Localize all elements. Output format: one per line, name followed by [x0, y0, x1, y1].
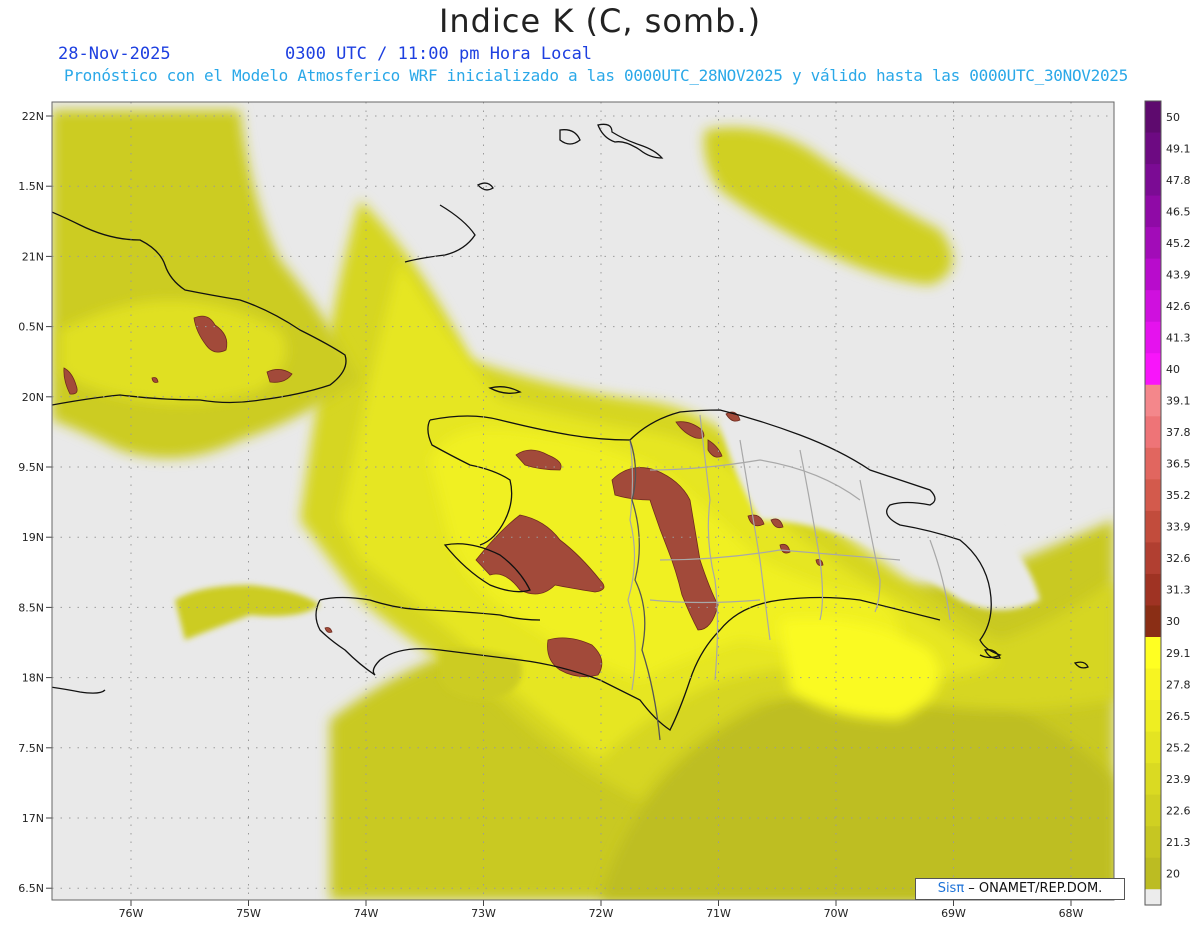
- legend-label: 42.6: [1166, 300, 1191, 313]
- legend-label: 23.9: [1166, 773, 1191, 786]
- k-index-map: 22N 1.5N 21N 0.5N 20N 9.5N 19N 8.5N 18N 7.5N 17N 6.…: [18, 100, 1191, 920]
- credit-logo: Sisπ: [937, 881, 965, 896]
- lat-label: 17N: [22, 812, 44, 825]
- legend-swatch: [1145, 195, 1161, 228]
- lon-label: 73W: [471, 907, 496, 920]
- legend-label: 46.5: [1166, 205, 1191, 218]
- legend-label: 33.9: [1166, 521, 1191, 534]
- legend-swatch: [1145, 164, 1161, 197]
- lon-label: 75W: [236, 907, 261, 920]
- legend-swatch: [1145, 258, 1161, 291]
- legend-swatch: [1145, 731, 1161, 764]
- legend-label: 49.1: [1166, 142, 1191, 155]
- legend-label: 21.3: [1166, 836, 1191, 849]
- legend-label: 45.2: [1166, 237, 1191, 250]
- legend-swatch: [1145, 447, 1161, 480]
- legend-swatch: [1145, 290, 1161, 323]
- lat-label: 19N: [22, 531, 44, 544]
- legend-label: 39.1: [1166, 395, 1191, 408]
- lat-label: 20N: [22, 391, 44, 404]
- legend-label: 31.3: [1166, 584, 1191, 597]
- legend-swatch: [1145, 101, 1161, 134]
- legend-swatch: [1145, 763, 1161, 796]
- lat-label: 9.5N: [18, 461, 44, 474]
- credit-box: Sisπ – ONAMET/REP.DOM.: [915, 878, 1125, 900]
- lat-label: 8.5N: [18, 601, 44, 614]
- color-legend: 50 49.1 47.8 46.5 45.2 43.9 42.6 41.3 40 39.1 37.8…: [1144, 100, 1191, 906]
- legend-swatch: [1145, 384, 1161, 417]
- legend-label: 22.6: [1166, 804, 1191, 817]
- legend-label: 20: [1166, 867, 1180, 880]
- legend-swatch: [1145, 416, 1161, 449]
- legend-swatch: [1145, 605, 1161, 638]
- legend-label: 47.8: [1166, 174, 1191, 187]
- legend-label: 30: [1166, 615, 1180, 628]
- legend-swatch: [1145, 794, 1161, 827]
- lat-label: 18N: [22, 672, 44, 685]
- lat-label: 1.5N: [18, 180, 44, 193]
- legend-label: 43.9: [1166, 268, 1191, 281]
- legend-swatch: [1145, 826, 1161, 859]
- lon-label: 70W: [824, 907, 849, 920]
- lon-label: 71W: [706, 907, 731, 920]
- legend-label: 27.8: [1166, 678, 1191, 691]
- lon-label: 72W: [589, 907, 614, 920]
- legend-swatch: [1145, 700, 1161, 733]
- legend-label: 32.6: [1166, 552, 1191, 565]
- legend-label: 50: [1166, 111, 1180, 124]
- legend-swatch: [1145, 857, 1161, 890]
- legend-label: 26.5: [1166, 710, 1191, 723]
- lon-label: 69W: [941, 907, 966, 920]
- legend-swatch: [1145, 321, 1161, 354]
- lon-label: 68W: [1059, 907, 1084, 920]
- legend-label: 41.3: [1166, 331, 1191, 344]
- legend-swatch-below: [1145, 889, 1161, 905]
- legend-swatch: [1145, 227, 1161, 260]
- lon-label: 74W: [354, 907, 379, 920]
- legend-label: 36.5: [1166, 458, 1191, 471]
- legend-label: 37.8: [1166, 426, 1191, 439]
- legend-label: 29.1: [1166, 647, 1191, 660]
- legend-swatch: [1145, 353, 1161, 386]
- legend-swatch: [1145, 542, 1161, 575]
- legend-swatch: [1145, 573, 1161, 606]
- lat-label: 7.5N: [18, 742, 44, 755]
- legend-swatch: [1145, 668, 1161, 701]
- legend-label: 40: [1166, 363, 1180, 376]
- credit-text: – ONAMET/REP.DOM.: [964, 881, 1103, 896]
- lat-label: 6.5N: [18, 882, 44, 895]
- legend-swatch: [1145, 510, 1161, 543]
- legend-swatch: [1145, 637, 1161, 670]
- legend-swatch: [1145, 132, 1161, 165]
- lat-label: 0.5N: [18, 321, 44, 334]
- lon-label: 76W: [119, 907, 144, 920]
- lat-label: 21N: [22, 250, 44, 263]
- longitude-labels: 76W 75W 74W 73W 72W 71W 70W 69W 68W: [119, 907, 1084, 920]
- legend-label: 35.2: [1166, 489, 1191, 502]
- legend-swatch: [1145, 479, 1161, 512]
- lat-label: 22N: [22, 110, 44, 123]
- legend-label: 25.2: [1166, 741, 1191, 754]
- latitude-labels: 22N 1.5N 21N 0.5N 20N 9.5N 19N 8.5N 18N 7.5N 17N 6.…: [18, 110, 44, 895]
